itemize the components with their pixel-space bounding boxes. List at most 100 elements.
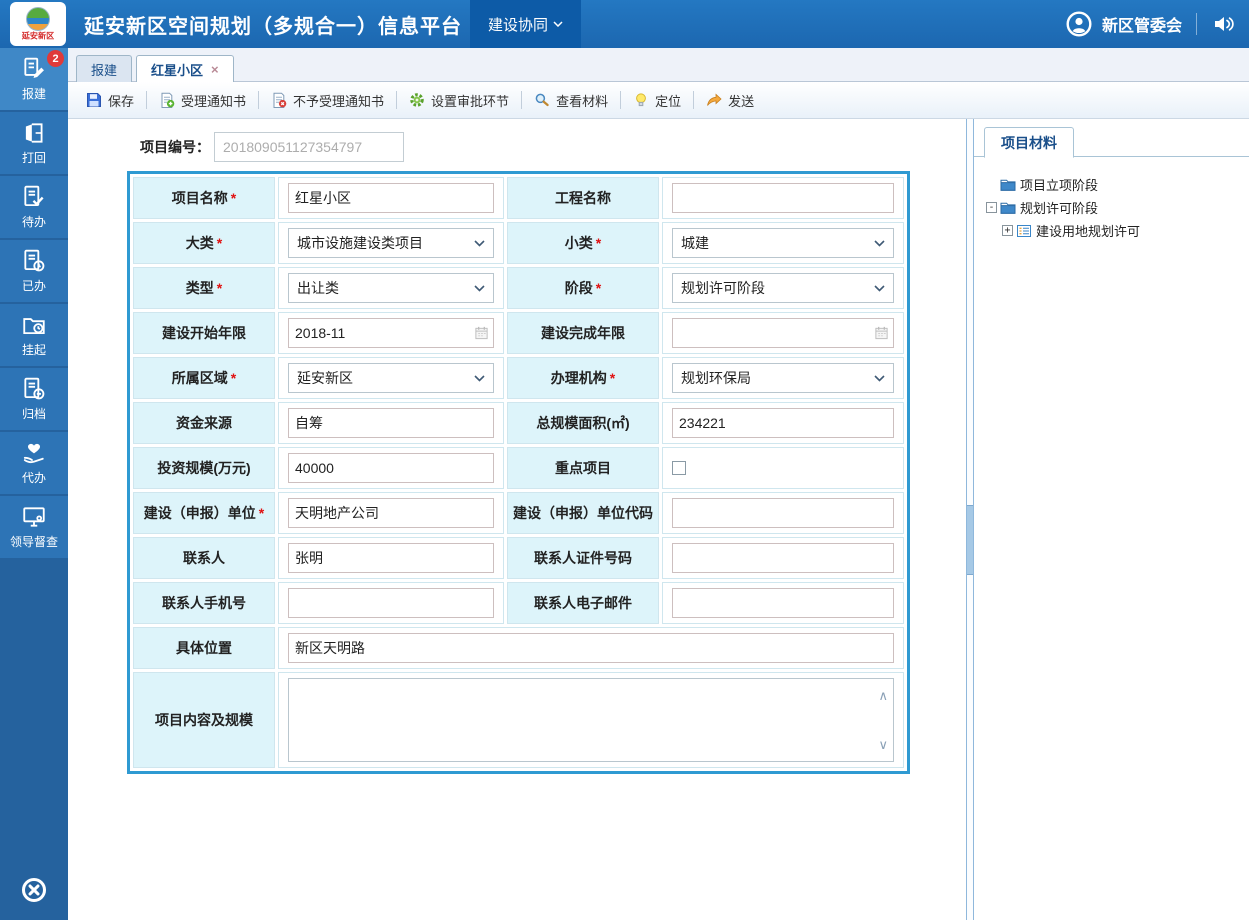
tab-bar: 报建红星小区× <box>68 48 1249 82</box>
construction-finish-year-input[interactable] <box>672 318 894 348</box>
tab-报建[interactable]: 报建 <box>76 55 132 82</box>
nav-dropdown-construction-collab[interactable]: 建设协同 <box>470 0 581 48</box>
field-cell-sub-category: 城建 <box>662 222 904 264</box>
toolbar-button-保存[interactable]: 保存 <box>78 87 142 114</box>
field-cell-location <box>278 627 904 669</box>
header-bar: 延安新区 延安新区空间规划（多规合一）信息平台 建设协同 新区管委会 <box>0 0 1249 48</box>
sidebar-item-归档[interactable]: 归档 <box>0 368 68 430</box>
notification-badge: 2 <box>47 50 64 67</box>
region-select[interactable]: 延安新区 <box>288 363 494 393</box>
sidebar-collapse-button[interactable] <box>0 876 68 904</box>
required-asterisk: * <box>231 370 236 386</box>
field-label-text: 建设完成年限 <box>541 323 625 343</box>
speaker-icon[interactable] <box>1211 12 1235 36</box>
major-category-select[interactable]: 城市设施建设类项目 <box>288 228 494 258</box>
sidebar-item-代办[interactable]: 代办 <box>0 432 68 494</box>
required-asterisk: * <box>596 280 601 296</box>
toolbar-button-发送[interactable]: 发送 <box>698 87 762 114</box>
form-row: 联系人手机号联系人电子邮件 <box>133 582 904 624</box>
tree-node-建设用地规划许可[interactable]: +建设用地规划许可 <box>986 219 1243 242</box>
field-label-sub-category: 小类* <box>507 222 659 264</box>
doc-check-icon <box>21 184 47 210</box>
type-select[interactable]: 出让类 <box>288 273 494 303</box>
tab-close-icon[interactable]: × <box>211 63 219 76</box>
sidebar-item-挂起[interactable]: 挂起 <box>0 304 68 366</box>
field-label-text: 资金来源 <box>176 413 232 433</box>
select-value: 规划环保局 <box>681 368 751 388</box>
caret-down-icon <box>553 21 563 27</box>
tree-node-规划许可阶段[interactable]: -规划许可阶段 <box>986 196 1243 219</box>
toolbar-button-设置审批环节[interactable]: 设置审批环节 <box>401 87 517 114</box>
field-label-text: 类型 <box>186 278 214 298</box>
tree-node-label: 项目立项阶段 <box>1020 175 1098 194</box>
field-cell-applicant-unit <box>278 492 504 534</box>
field-cell-contact-phone <box>278 582 504 624</box>
field-label-investment-scale: 投资规模(万元) <box>133 447 275 489</box>
engineering-name-input[interactable] <box>672 183 894 213</box>
handling-agency-select[interactable]: 规划环保局 <box>672 363 894 393</box>
field-cell-contact <box>278 537 504 579</box>
sidebar-item-领导督查[interactable]: 领导督查 <box>0 496 68 558</box>
avatar-icon <box>1066 11 1092 37</box>
construction-start-year-input[interactable] <box>288 318 494 348</box>
field-label-region: 所属区域* <box>133 357 275 399</box>
sidebar-item-报建[interactable]: 报建2 <box>0 48 68 110</box>
form-row: 具体位置 <box>133 627 904 669</box>
field-label-contact: 联系人 <box>133 537 275 579</box>
sidebar-item-待办[interactable]: 待办 <box>0 176 68 238</box>
tree-node-项目立项阶段[interactable]: 项目立项阶段 <box>986 173 1243 196</box>
contact-id-number-input[interactable] <box>672 543 894 573</box>
collapse-toggle-icon[interactable]: - <box>986 202 997 213</box>
header-user-area[interactable]: 新区管委会 <box>1066 0 1235 48</box>
toolbar-separator <box>620 91 621 109</box>
contact-phone-input[interactable] <box>288 588 494 618</box>
project-content-scale-textarea[interactable]: ∧∨ <box>288 678 894 762</box>
investment-scale-input[interactable] <box>288 453 494 483</box>
key-project-checkbox[interactable] <box>672 461 686 475</box>
form-row: 联系人联系人证件号码 <box>133 537 904 579</box>
toolbar-button-不予受理通知书[interactable]: 不予受理通知书 <box>263 87 392 114</box>
folder-icon <box>1000 177 1016 193</box>
field-label-text: 大类 <box>186 233 214 253</box>
applicant-unit-code-input[interactable] <box>672 498 894 528</box>
funding-source-input[interactable] <box>288 408 494 438</box>
toolbar-button-label: 定位 <box>655 91 681 110</box>
sidebar-item-已办[interactable]: 已办 <box>0 240 68 302</box>
calendar-icon[interactable] <box>474 326 489 341</box>
location-input[interactable] <box>288 633 894 663</box>
scroll-down-icon[interactable]: ∨ <box>878 738 888 751</box>
calendar-icon[interactable] <box>874 326 889 341</box>
field-label-contact-phone: 联系人手机号 <box>133 582 275 624</box>
contact-input[interactable] <box>288 543 494 573</box>
scroll-up-icon[interactable]: ∧ <box>878 689 888 702</box>
contact-email-input[interactable] <box>672 588 894 618</box>
field-cell-investment-scale <box>278 447 504 489</box>
expand-toggle-icon[interactable]: + <box>1002 225 1013 236</box>
materials-panel: 项目材料 项目立项阶段 -规划许可阶段+建设用地规划许可 <box>974 119 1249 920</box>
total-scale-area-input[interactable] <box>672 408 894 438</box>
user-name: 新区管委会 <box>1102 12 1182 36</box>
field-label-text: 建设开始年限 <box>162 323 246 343</box>
field-label-text: 项目名称 <box>172 188 228 208</box>
applicant-unit-input[interactable] <box>288 498 494 528</box>
toolbar-button-定位[interactable]: 定位 <box>625 87 689 114</box>
sidebar-item-label: 挂起 <box>22 341 46 358</box>
splitter-handle[interactable] <box>967 505 973 575</box>
tab-红星小区[interactable]: 红星小区× <box>136 55 234 82</box>
toolbar-button-查看材料[interactable]: 查看材料 <box>526 87 616 114</box>
sidebar: 报建2打回待办已办挂起归档代办领导督查 <box>0 48 68 920</box>
stage-select[interactable]: 规划许可阶段 <box>672 273 894 303</box>
toolbar-button-受理通知书[interactable]: 受理通知书 <box>151 87 254 114</box>
toolbar-button-label: 设置审批环节 <box>431 91 509 110</box>
field-cell-region: 延安新区 <box>278 357 504 399</box>
tab-project-materials[interactable]: 项目材料 <box>984 127 1074 158</box>
sidebar-item-打回[interactable]: 打回 <box>0 112 68 174</box>
sub-category-select[interactable]: 城建 <box>672 228 894 258</box>
main-area: 报建红星小区× 保存受理通知书不予受理通知书设置审批环节查看材料定位发送 项目编… <box>68 48 1249 920</box>
field-cell-key-project <box>662 447 904 489</box>
field-label-text: 重点项目 <box>555 458 611 478</box>
panel-splitter[interactable] <box>966 119 974 920</box>
materials-tab-label: 项目材料 <box>1001 133 1057 153</box>
chevron-down-icon <box>474 375 485 382</box>
project-name-input[interactable] <box>288 183 494 213</box>
